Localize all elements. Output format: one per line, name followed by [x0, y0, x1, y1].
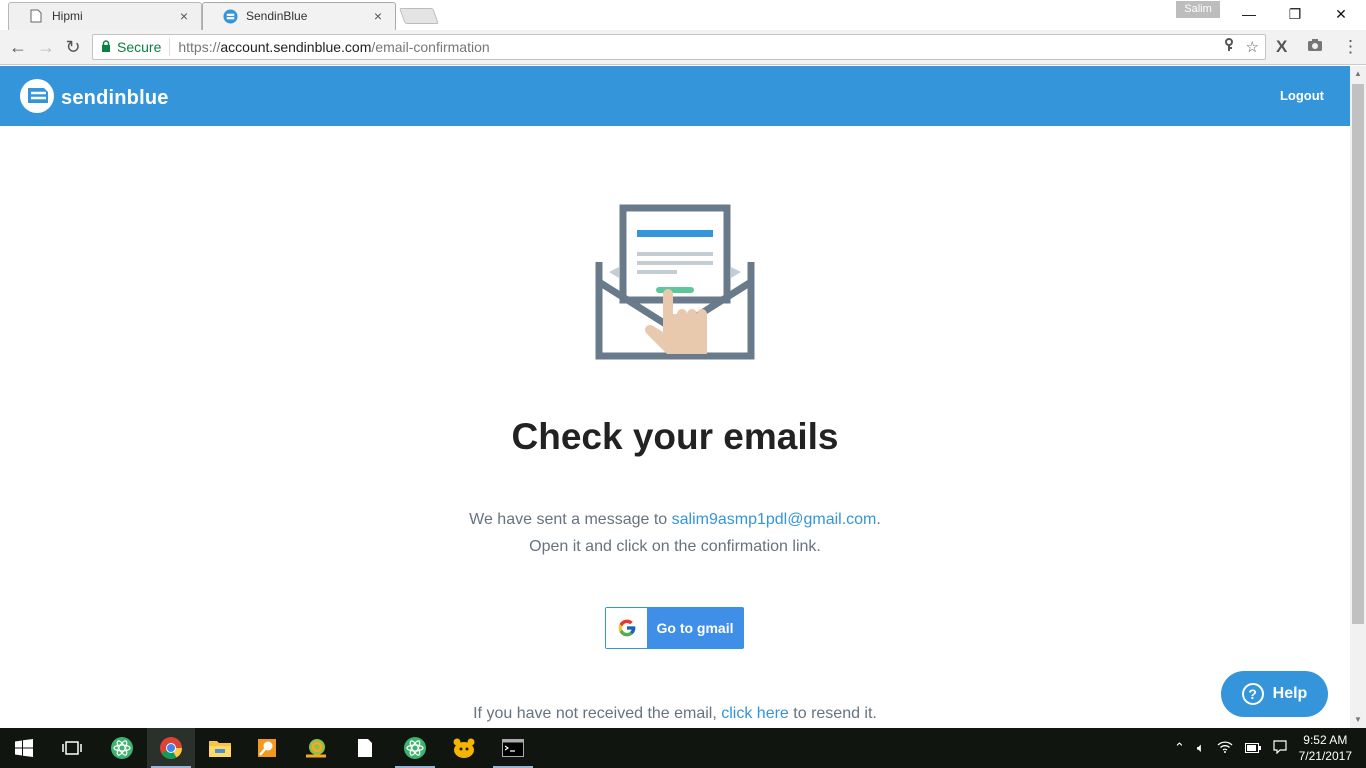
resend-link[interactable]: click here [721, 705, 789, 722]
forward-icon[interactable]: → [35, 36, 57, 58]
profile-button[interactable]: Salim [1176, 1, 1220, 18]
windows-start-icon[interactable] [0, 728, 48, 768]
chevron-up-icon[interactable]: ⌃ [1174, 740, 1185, 756]
menu-dots-icon[interactable]: ⋮ [1342, 37, 1359, 57]
logout-link[interactable]: Logout [1280, 88, 1324, 103]
help-button[interactable]: ? Help [1221, 671, 1328, 717]
sendinblue-logo-icon [19, 78, 55, 119]
site-header: sendinblue Logout [0, 66, 1350, 126]
sendinblue-favicon-icon [222, 8, 238, 24]
google-g-icon [606, 608, 647, 648]
snail-app-icon[interactable] [292, 728, 340, 768]
system-tray: ⌃ 🔈︎ [1174, 728, 1287, 768]
document-icon[interactable] [341, 728, 389, 768]
minimize-icon[interactable]: — [1226, 0, 1272, 28]
page-icon [28, 8, 44, 24]
confirmation-message: We have sent a message to salim9asmp1pdl… [0, 506, 1350, 560]
camera-icon[interactable] [1307, 37, 1323, 57]
wifi-icon[interactable] [1217, 740, 1233, 756]
volume-icon[interactable]: 🔈︎ [1197, 740, 1205, 756]
atom-icon[interactable] [98, 728, 146, 768]
task-view-icon[interactable] [48, 728, 96, 768]
reload-icon[interactable]: ↻ [62, 36, 84, 58]
squirrel-app-icon[interactable] [440, 728, 488, 768]
tab-sendinblue[interactable]: SendinBlue × [202, 2, 396, 30]
sendinblue-logo[interactable]: sendinblue [19, 78, 169, 119]
page-scrollbar[interactable]: ▲ ▼ [1350, 66, 1366, 728]
terminal-icon[interactable] [489, 728, 537, 768]
scroll-down-icon[interactable]: ▼ [1350, 712, 1366, 728]
scroll-up-icon[interactable]: ▲ [1350, 66, 1366, 82]
brand-name: sendinblue [61, 87, 169, 109]
tab-hipmi[interactable]: Hipmi × [8, 2, 202, 30]
address-bar[interactable]: Secure https://account.sendinblue.com/em… [92, 34, 1266, 60]
scrollbar-thumb[interactable] [1352, 84, 1364, 624]
close-window-icon[interactable]: ✕ [1318, 0, 1364, 28]
atom-icon[interactable] [391, 728, 439, 768]
go-to-gmail-button[interactable]: Go to gmail [605, 607, 744, 649]
tab-title: Hipmi [52, 9, 83, 23]
help-label: Help [1272, 685, 1308, 702]
chrome-icon[interactable] [147, 728, 195, 768]
confirmation-instruction: Open it and click on the confirmation li… [529, 538, 821, 555]
clock-time: 9:52 AM [1303, 733, 1348, 747]
restore-icon[interactable]: ❐ [1272, 0, 1318, 28]
gmail-button-label: Go to gmail [647, 608, 743, 648]
question-icon: ? [1241, 683, 1264, 705]
tab-title: SendinBlue [246, 9, 308, 23]
extension-x-icon[interactable]: X [1276, 37, 1287, 57]
back-icon[interactable]: ← [7, 36, 29, 58]
url-text: https://account.sendinblue.com/email-con… [178, 39, 490, 55]
new-tab-button[interactable] [399, 8, 439, 24]
email-address-link[interactable]: salim9asmp1pdl@gmail.com [672, 511, 877, 528]
close-tab-icon[interactable]: × [176, 8, 192, 24]
file-explorer-icon[interactable] [196, 728, 244, 768]
search-app-icon[interactable] [243, 728, 291, 768]
screen: Hipmi × SendinBlue × Salim — ❐ ✕ ← → ↻ S… [0, 0, 1366, 768]
email-envelope-illustration [595, 202, 755, 362]
security-indicator[interactable]: Secure [93, 38, 171, 56]
browser-tab-strip: Hipmi × SendinBlue × Salim — ❐ ✕ [0, 0, 1366, 30]
browser-toolbar: ← → ↻ Secure https://account.sendinblue.… [0, 30, 1366, 65]
battery-icon[interactable] [1244, 741, 1261, 756]
star-icon[interactable]: ☆ [1246, 38, 1259, 56]
close-tab-icon[interactable]: × [370, 8, 386, 24]
windows-taskbar: ⌃ 🔈︎ 9:52 AM 7/21/2017 [0, 728, 1366, 768]
page-title: Check your emails [511, 416, 839, 457]
secure-label: Secure [117, 39, 162, 55]
key-icon[interactable] [1224, 38, 1234, 56]
taskbar-clock[interactable]: 9:52 AM 7/21/2017 [1299, 732, 1352, 764]
clock-date: 7/21/2017 [1298, 749, 1352, 763]
notifications-icon[interactable] [1273, 739, 1287, 757]
resend-message: If you have not received the email, clic… [473, 705, 877, 722]
confirmation-panel: Check your emails We have sent a message… [0, 126, 1350, 728]
lock-icon [101, 39, 111, 55]
